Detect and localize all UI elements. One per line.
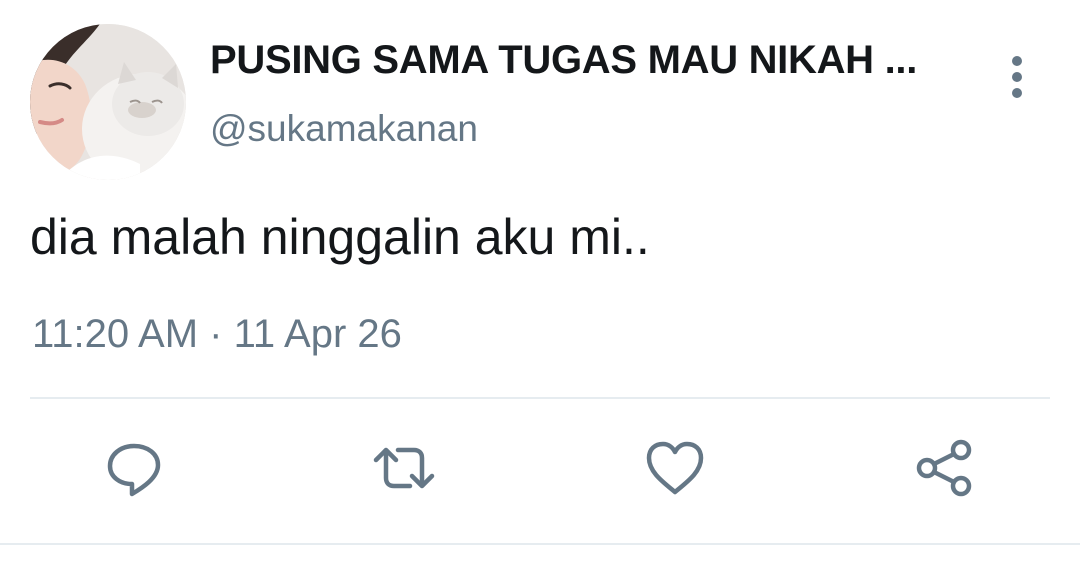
heart-icon — [646, 441, 704, 495]
share-icon — [916, 439, 972, 497]
tweet-card: PUSING SAMA TUGAS MAU NIKAH ... @sukamak… — [0, 0, 1080, 561]
like-button[interactable] — [643, 436, 707, 500]
reply-button[interactable] — [102, 436, 166, 500]
retweet-button[interactable] — [372, 436, 436, 500]
reply-icon — [107, 443, 161, 497]
more-vertical-icon[interactable] — [998, 52, 1036, 102]
username-handle[interactable]: @sukamakanan — [210, 108, 478, 150]
avatar-image — [30, 24, 186, 180]
divider — [0, 543, 1080, 545]
retweet-icon — [373, 447, 435, 489]
share-button[interactable] — [913, 436, 977, 500]
tweet-text: dia malah ninggalin aku mi.. — [30, 209, 650, 265]
tweet-timestamp[interactable]: 11:20 AM · 11 Apr 26 — [32, 312, 402, 357]
display-name[interactable]: PUSING SAMA TUGAS MAU NIKAH ... — [210, 38, 917, 83]
divider — [30, 397, 1050, 399]
avatar[interactable] — [30, 24, 186, 180]
